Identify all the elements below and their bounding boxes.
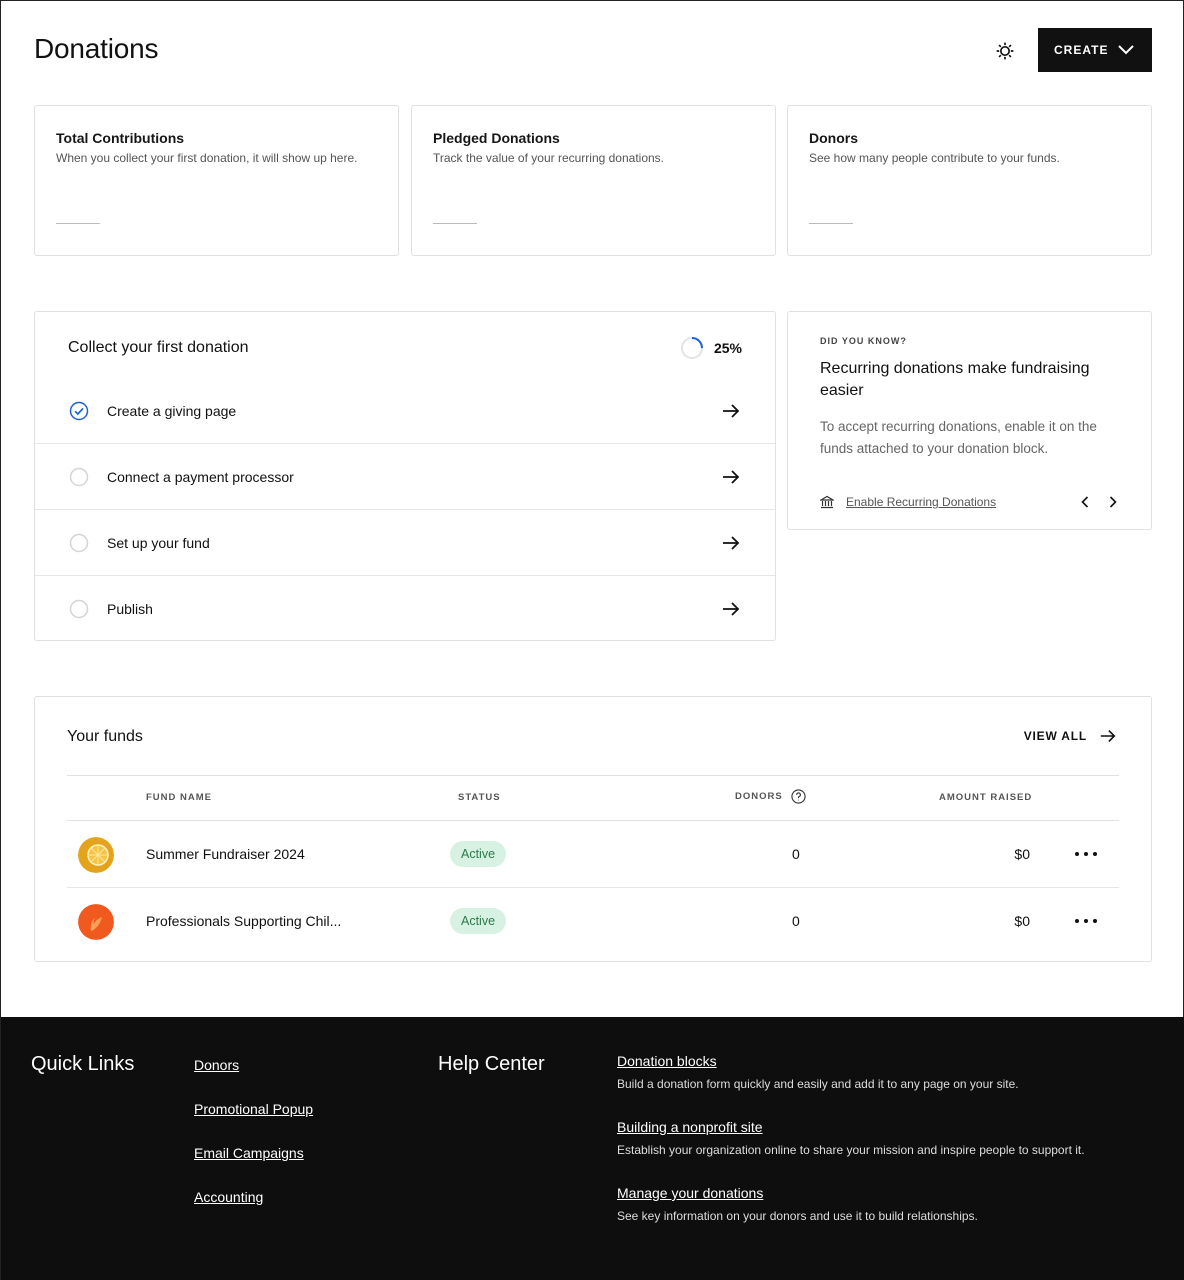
- enable-recurring-donations-link[interactable]: Enable Recurring Donations: [846, 495, 1079, 509]
- fund-donors: 0: [792, 846, 800, 862]
- status-badge: Active: [450, 908, 507, 934]
- step-label: Create a giving page: [107, 402, 237, 419]
- stat-card-pledged-donations: Pledged Donations Track the value of you…: [411, 105, 776, 256]
- empty-circle-icon: [69, 467, 89, 486]
- stat-empty-value: [433, 223, 477, 224]
- stat-empty-value: [56, 223, 100, 224]
- funds-table: FUND NAME STATUS DONORS AMOUNT RAISED Su…: [67, 775, 1119, 955]
- page-title: Donations: [34, 33, 159, 64]
- column-header-amount-raised: AMOUNT RAISED: [939, 792, 1033, 803]
- stat-card-total-contributions: Total Contributions When you collect you…: [34, 105, 399, 256]
- table-row[interactable]: Summer Fundraiser 2024 Active 0 $0: [67, 821, 1119, 888]
- your-funds-card: Your funds VIEW ALL FUND NAME STATUS DON…: [34, 696, 1152, 962]
- chevron-left-icon: [1081, 496, 1089, 508]
- help-item: Building a nonprofit site Establish your…: [617, 1119, 1157, 1161]
- fund-more-menu[interactable]: [1075, 846, 1097, 862]
- help-link-manage-donations[interactable]: Manage your donations: [617, 1185, 1157, 1201]
- progress-label: 25%: [713, 340, 742, 356]
- help-item: Manage your donations See key informatio…: [617, 1185, 1157, 1227]
- step-connect-payment-processor[interactable]: Connect a payment processor: [35, 444, 775, 510]
- fund-thumbnail-flame-icon: [78, 904, 114, 940]
- progress-ring-icon: [680, 337, 703, 359]
- create-button-label: CREATE: [1054, 43, 1109, 57]
- fund-thumbnail-orange-icon: [78, 837, 114, 873]
- setup-checklist: Collect your first donation 25% Create a…: [34, 311, 776, 641]
- arrow-right-icon: [723, 469, 740, 484]
- stat-empty-value: [809, 223, 853, 224]
- table-row[interactable]: Professionals Supporting Chil... Active …: [67, 888, 1119, 955]
- help-description: See key information on your donors and u…: [617, 1209, 978, 1223]
- arrow-right-icon: [723, 602, 740, 616]
- fund-amount-raised: $0: [1014, 913, 1030, 929]
- stat-description: When you collect your first donation, it…: [56, 151, 358, 165]
- gear-icon: [996, 42, 1014, 60]
- view-all-button[interactable]: VIEW ALL: [1024, 727, 1117, 745]
- table-header: FUND NAME STATUS DONORS AMOUNT RAISED: [67, 775, 1119, 821]
- step-label: Connect a payment processor: [107, 468, 294, 485]
- status-badge: Active: [450, 841, 507, 867]
- checklist-progress: 25%: [680, 336, 742, 360]
- arrow-right-icon: [723, 535, 740, 550]
- column-header-donors: DONORS: [735, 789, 806, 804]
- check-circle-icon: [69, 401, 89, 420]
- quick-link-donors[interactable]: Donors: [194, 1057, 313, 1073]
- step-set-up-fund[interactable]: Set up your fund: [35, 510, 775, 576]
- dyk-footer: Enable Recurring Donations: [820, 495, 1119, 509]
- quick-links-list: Donors Promotional Popup Email Campaigns…: [194, 1057, 313, 1233]
- stat-title: Pledged Donations: [433, 130, 560, 146]
- settings-button[interactable]: [991, 37, 1019, 65]
- stat-title: Donors: [809, 130, 858, 146]
- stat-card-donors: Donors See how many people contribute to…: [787, 105, 1152, 256]
- footer: Quick Links Donors Promotional Popup Ema…: [1, 1017, 1184, 1280]
- next-tip-button[interactable]: [1107, 495, 1119, 509]
- fund-name: Summer Fundraiser 2024: [146, 846, 305, 862]
- column-header-status: STATUS: [458, 792, 501, 803]
- arrow-right-icon: [1100, 730, 1116, 742]
- checklist-title: Collect your first donation: [68, 339, 249, 356]
- step-publish[interactable]: Publish: [35, 576, 775, 642]
- more-horizontal-icon: [1075, 919, 1097, 923]
- fund-donors: 0: [792, 913, 800, 929]
- empty-circle-icon: [69, 533, 89, 552]
- help-link-building-nonprofit-site[interactable]: Building a nonprofit site: [617, 1119, 1157, 1135]
- help-center-list: Donation blocks Build a donation form qu…: [617, 1053, 1157, 1251]
- column-header-donors-label: DONORS: [735, 791, 783, 802]
- dyk-body: To accept recurring donations, enable it…: [820, 419, 1097, 456]
- stat-title: Total Contributions: [56, 130, 185, 146]
- step-label: Publish: [107, 601, 153, 617]
- help-center-title: Help Center: [438, 1053, 545, 1075]
- fund-name: Professionals Supporting Chil...: [146, 913, 342, 929]
- help-icon[interactable]: [791, 789, 806, 804]
- chevron-right-icon: [1109, 496, 1117, 508]
- quick-link-accounting[interactable]: Accounting: [194, 1189, 313, 1205]
- funds-title: Your funds: [67, 728, 143, 745]
- donations-page: Donations CREATE Total Contributions Whe…: [1, 1, 1184, 1017]
- view-all-label: VIEW ALL: [1023, 729, 1087, 743]
- dyk-nav: [1079, 495, 1119, 509]
- arrow-right-icon: [723, 403, 740, 418]
- column-header-fund-name: FUND NAME: [146, 792, 212, 803]
- help-link-donation-blocks[interactable]: Donation blocks: [617, 1053, 1157, 1069]
- step-label: Set up your fund: [107, 534, 210, 551]
- dyk-eyebrow: DID YOU KNOW?: [820, 336, 907, 346]
- help-description: Build a donation form quickly and easily…: [617, 1077, 1019, 1091]
- chevron-down-icon: [1118, 45, 1134, 55]
- help-item: Donation blocks Build a donation form qu…: [617, 1053, 1157, 1095]
- stat-description: See how many people contribute to your f…: [809, 151, 1060, 165]
- fund-amount-raised: $0: [1014, 846, 1030, 862]
- did-you-know-card: DID YOU KNOW? Recurring donations make f…: [787, 311, 1152, 530]
- stat-description: Track the value of your recurring donati…: [433, 151, 665, 165]
- help-description: Establish your organization online to sh…: [617, 1143, 1085, 1157]
- quick-links-title: Quick Links: [31, 1053, 135, 1075]
- bank-icon: [820, 495, 834, 509]
- fund-more-menu[interactable]: [1075, 913, 1097, 929]
- quick-link-promotional-popup[interactable]: Promotional Popup: [194, 1101, 313, 1117]
- step-create-giving-page[interactable]: Create a giving page: [35, 378, 775, 444]
- dyk-title: Recurring donations make fundraising eas…: [820, 360, 1090, 399]
- create-button[interactable]: CREATE: [1038, 28, 1152, 72]
- previous-tip-button[interactable]: [1079, 495, 1091, 509]
- empty-circle-icon: [69, 599, 89, 619]
- quick-link-email-campaigns[interactable]: Email Campaigns: [194, 1145, 313, 1161]
- more-horizontal-icon: [1075, 852, 1097, 856]
